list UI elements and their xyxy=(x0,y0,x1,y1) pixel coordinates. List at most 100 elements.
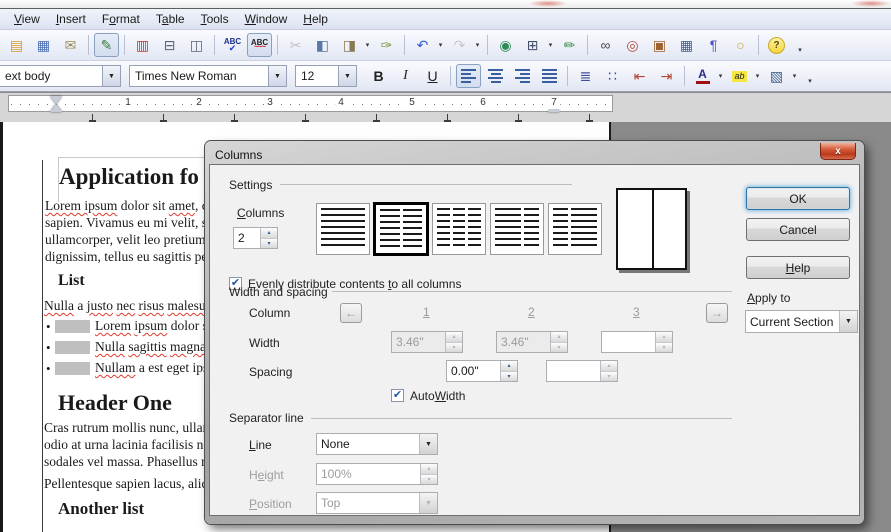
draw-functions-icon[interactable]: ✏ xyxy=(557,33,582,57)
menu-window[interactable]: Window xyxy=(237,10,296,28)
spinner-arrows-icon[interactable]: ▴▾ xyxy=(260,228,277,248)
undo-icon[interactable]: ↶ xyxy=(410,33,435,57)
font-size-combo[interactable]: 12 ▼ xyxy=(295,65,357,87)
increase-indent-icon[interactable]: ⇥ xyxy=(654,64,679,88)
table-icon-dropdown[interactable]: ▾ xyxy=(546,34,555,56)
toolbar-separator xyxy=(214,35,215,55)
help-button[interactable]: Help xyxy=(746,256,850,279)
email-icon[interactable]: ✉ xyxy=(58,33,83,57)
zoom-icon[interactable]: ○ xyxy=(728,33,753,57)
highlighting-icon[interactable]: ab xyxy=(727,64,752,88)
apply-to-dropdown[interactable]: Current Section ▼ xyxy=(745,310,858,333)
menu-bar: ViewInsertFormatTableToolsWindowHelp xyxy=(0,9,891,30)
font-name-combo[interactable]: Times New Roman ▼ xyxy=(129,65,287,87)
check-icon: ✔ xyxy=(393,390,402,401)
toolbar-overflow-icon[interactable]: ▾ xyxy=(794,34,806,56)
hyperlink-icon[interactable]: ◉ xyxy=(493,33,518,57)
bold-icon[interactable]: B xyxy=(366,64,391,88)
menu-table[interactable]: Table xyxy=(148,10,193,28)
align-right-icon[interactable] xyxy=(510,64,535,88)
left-indent-marker[interactable] xyxy=(50,104,62,112)
redo-icon: ↷ xyxy=(447,33,472,57)
decrease-indent-icon[interactable]: ⇤ xyxy=(627,64,652,88)
format-paintbrush-icon[interactable]: ✑ xyxy=(374,33,399,57)
titlebar-artifact xyxy=(528,0,568,7)
undo-icon-dropdown[interactable]: ▾ xyxy=(436,34,445,56)
chevron-down-icon[interactable]: ▼ xyxy=(839,311,857,332)
navigator-icon[interactable]: ◎ xyxy=(620,33,645,57)
menu-tools[interactable]: Tools xyxy=(193,10,237,28)
columns-count-spinner[interactable]: 2 ▴▾ xyxy=(233,227,278,249)
spacing-1-spinner[interactable]: 0.00" ▴▾ xyxy=(446,360,518,382)
numbered-list-icon[interactable]: ≣ xyxy=(573,64,598,88)
paragraph-style-value: ext body xyxy=(0,69,102,83)
paste-icon[interactable]: ◨ xyxy=(337,33,362,57)
align-justify-icon[interactable] xyxy=(537,64,562,88)
horizontal-ruler[interactable]: 1234567 xyxy=(0,93,891,122)
menu-format[interactable]: Format xyxy=(94,10,148,28)
open-icon[interactable]: ▤ xyxy=(4,33,29,57)
background-color-icon-dropdown[interactable]: ▾ xyxy=(790,65,799,87)
chevron-down-icon[interactable]: ▼ xyxy=(338,66,356,86)
copy-icon[interactable]: ◧ xyxy=(310,33,335,57)
ruler-number: 1 xyxy=(122,97,134,109)
doc-paragraph-line: odio at urna lacinia facilisis no xyxy=(44,437,210,453)
paste-icon-dropdown[interactable]: ▾ xyxy=(363,34,372,56)
highlighting-icon-dropdown[interactable]: ▾ xyxy=(753,65,762,87)
italic-icon[interactable]: I xyxy=(393,64,418,88)
toolbar-separator xyxy=(487,35,488,55)
save-icon[interactable]: ▦ xyxy=(31,33,56,57)
print-icon[interactable]: ⊟ xyxy=(157,33,182,57)
font-color-icon[interactable]: A xyxy=(690,64,715,88)
previous-column-icon[interactable]: ← xyxy=(340,303,362,323)
spacing-2-spinner[interactable]: ▴▾ xyxy=(546,360,618,382)
preset-two-columns[interactable] xyxy=(374,203,428,255)
chevron-down-icon[interactable]: ▼ xyxy=(419,434,437,454)
close-icon[interactable]: x xyxy=(820,143,856,160)
spinner-arrows-icon[interactable]: ▴▾ xyxy=(500,361,517,381)
chevron-down-icon[interactable]: ▼ xyxy=(102,66,120,86)
formatting-marks-icon[interactable]: ¶ xyxy=(701,33,726,57)
table-icon[interactable]: ⊞ xyxy=(520,33,545,57)
column-number-1[interactable]: 1 xyxy=(423,305,430,319)
font-color-icon-dropdown[interactable]: ▾ xyxy=(716,65,725,87)
gallery-icon[interactable]: ▣ xyxy=(647,33,672,57)
preset-one-column[interactable] xyxy=(316,203,370,255)
edit-file-icon[interactable]: ✎ xyxy=(94,33,119,57)
menu-insert[interactable]: Insert xyxy=(48,10,94,28)
data-sources-icon[interactable]: ▦ xyxy=(674,33,699,57)
window-titlebar-edge xyxy=(0,0,891,9)
preset-two-columns-wide-right[interactable] xyxy=(548,203,602,255)
placeholder-field xyxy=(55,341,90,354)
bullet-list-icon[interactable]: ∷ xyxy=(600,64,625,88)
preset-two-columns-wide-left[interactable] xyxy=(490,203,544,255)
background-color-icon[interactable]: ▧ xyxy=(764,64,789,88)
help-icon[interactable]: ? xyxy=(764,33,789,57)
first-line-indent-marker[interactable] xyxy=(50,96,62,104)
cancel-button[interactable]: Cancel xyxy=(746,218,850,241)
next-column-icon[interactable]: → xyxy=(706,303,728,323)
dialog-titlebar[interactable]: Columns x xyxy=(209,145,860,164)
export-pdf-icon[interactable]: ▥ xyxy=(130,33,155,57)
column-number-3[interactable]: 3 xyxy=(633,305,640,319)
width-1-value: 3.46" xyxy=(396,335,424,349)
paragraph-style-combo[interactable]: ext body ▼ xyxy=(0,65,121,87)
spellcheck-icon[interactable]: ABC✔ xyxy=(220,33,245,57)
dialog-body: Settings Columns 2 ▴▾ ✔ Evenly distribut… xyxy=(209,164,860,516)
menu-view[interactable]: View xyxy=(6,10,48,28)
line-style-dropdown[interactable]: None ▼ xyxy=(316,433,438,455)
chevron-down-icon[interactable]: ▼ xyxy=(268,66,286,86)
menu-help[interactable]: Help xyxy=(295,10,336,28)
autowidth-checkbox[interactable]: ✔ xyxy=(391,389,404,402)
toolbar-overflow-icon[interactable]: ▾ xyxy=(804,65,816,87)
preset-three-columns[interactable] xyxy=(432,203,486,255)
autospellcheck-icon[interactable]: ABC~~~ xyxy=(247,33,272,57)
align-left-icon[interactable] xyxy=(456,64,481,88)
column-number-2[interactable]: 2 xyxy=(528,305,535,319)
tab-stop-marker xyxy=(586,114,593,122)
page-preview-icon[interactable]: ◫ xyxy=(184,33,209,57)
align-center-icon[interactable] xyxy=(483,64,508,88)
find-replace-icon[interactable]: ∞ xyxy=(593,33,618,57)
underline-icon[interactable]: U xyxy=(420,64,445,88)
ok-button[interactable]: OK xyxy=(746,187,850,210)
